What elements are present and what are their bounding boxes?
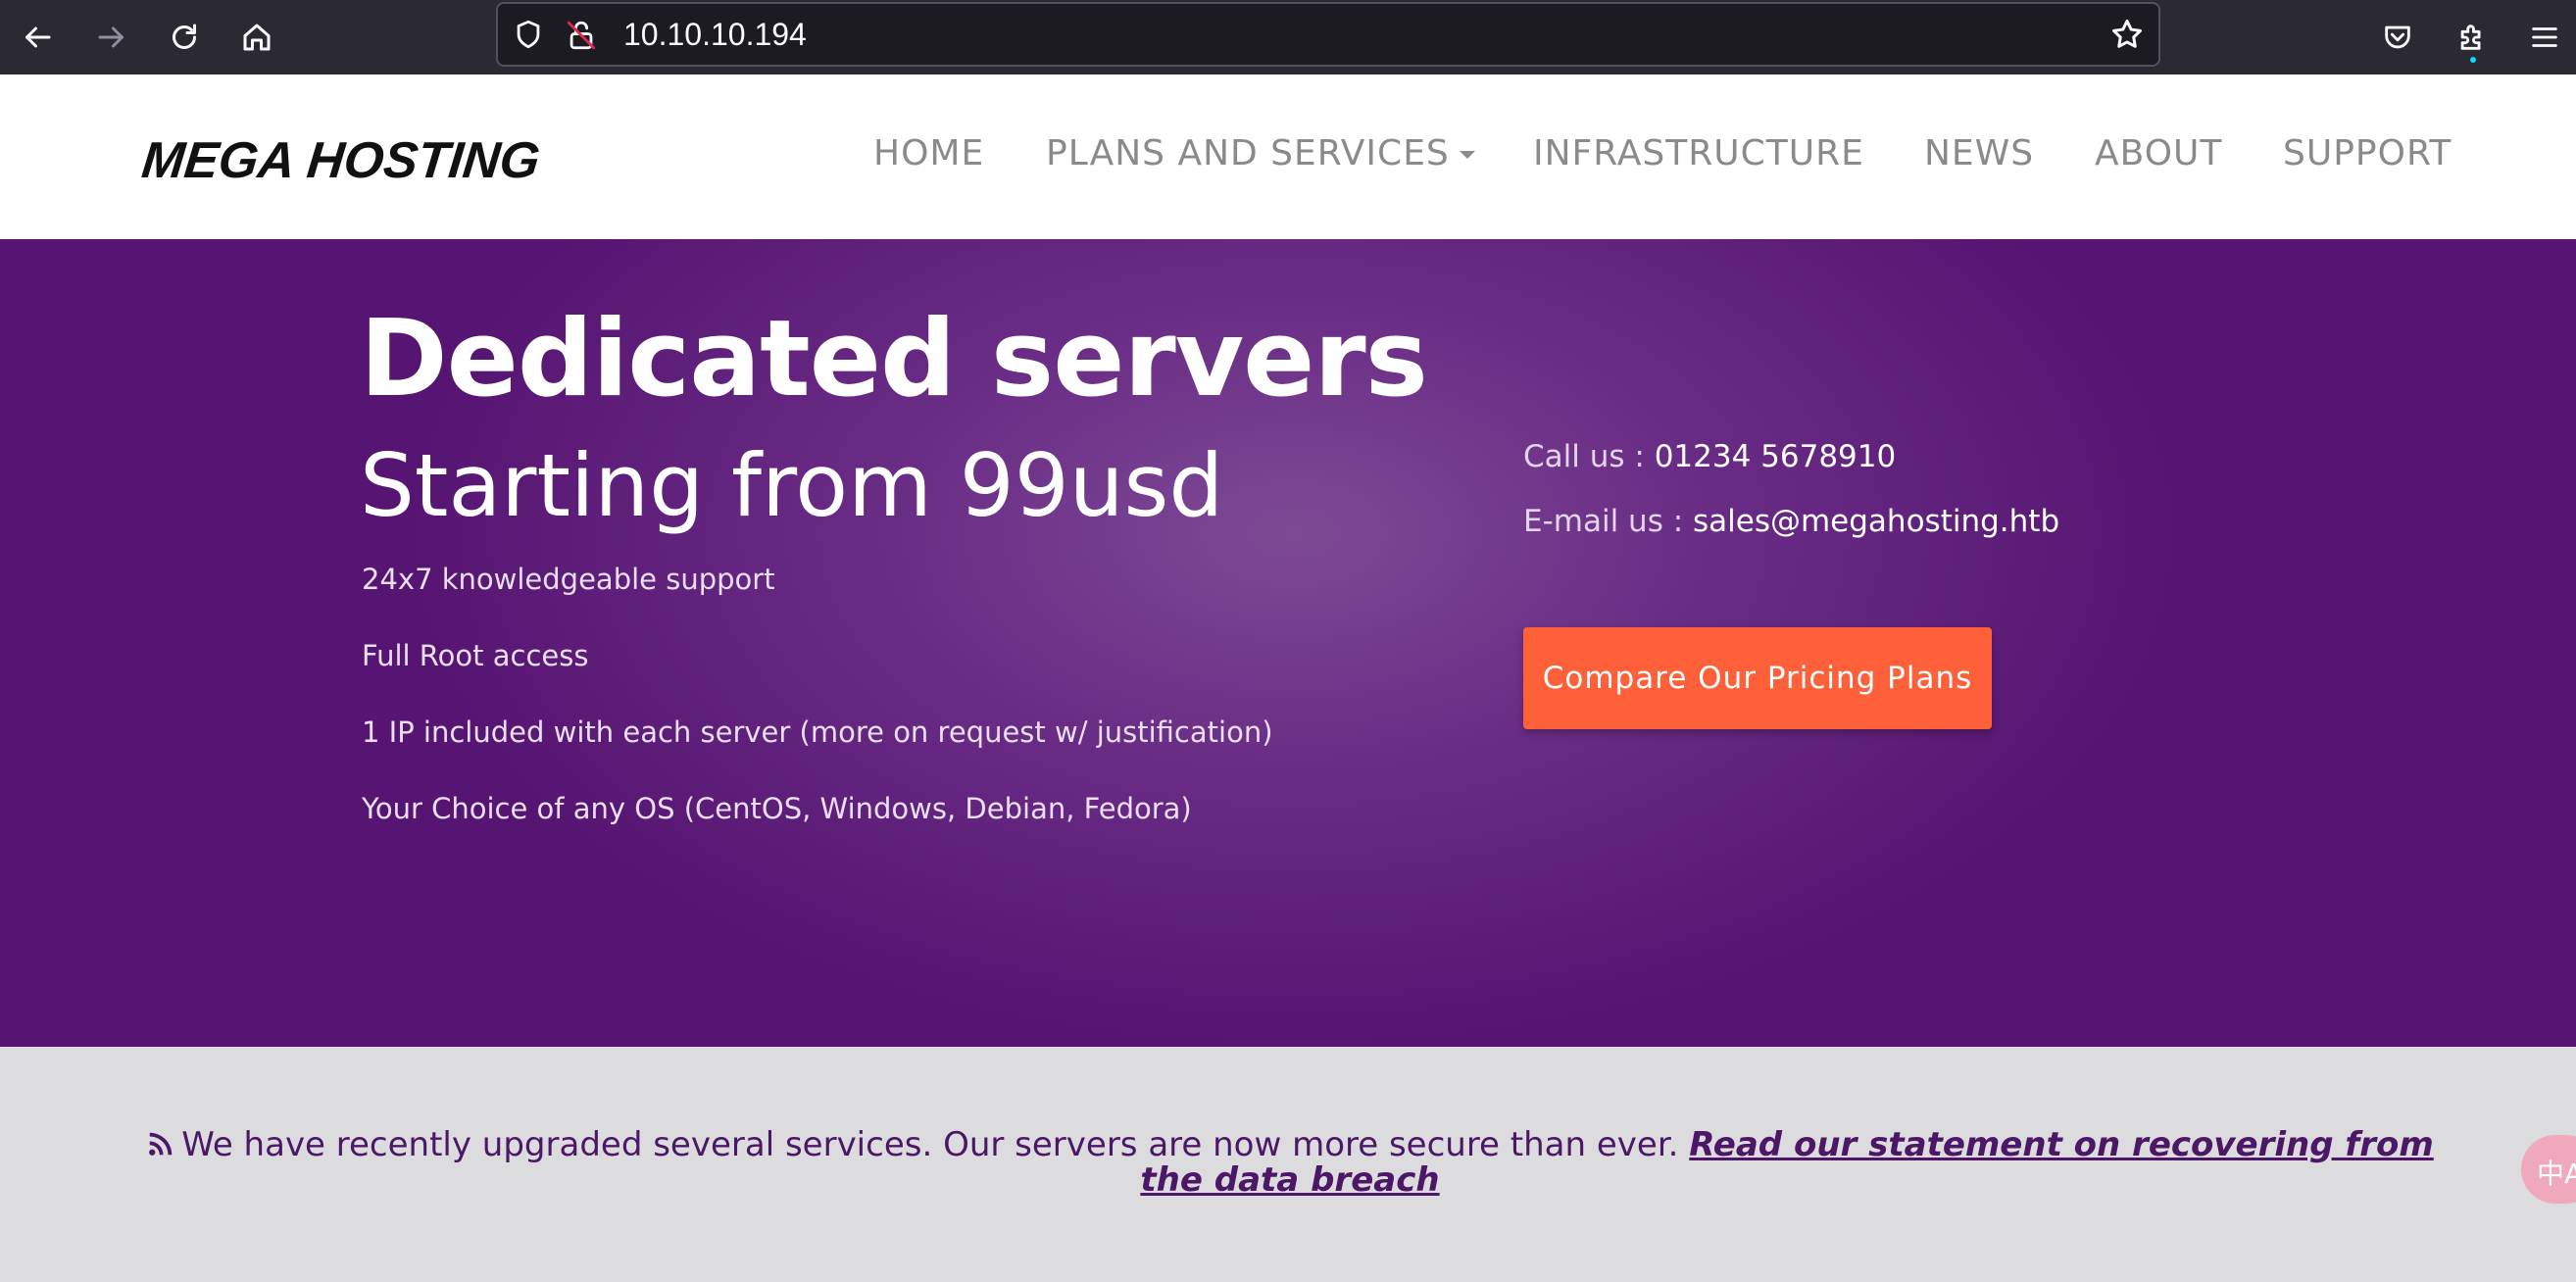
back-arrow-icon xyxy=(25,26,51,48)
contact-phone: Call us : 01234 5678910 xyxy=(1523,439,1896,474)
contact-phone-value: 01234 5678910 xyxy=(1654,439,1897,474)
insecure-lock-icon[interactable] xyxy=(565,18,598,53)
feature-item: 1 IP included with each server (more on … xyxy=(362,715,1273,749)
feature-item: Your Choice of any OS (CentOS, Windows, … xyxy=(362,792,1192,825)
site-logo[interactable]: MEGA HOSTING xyxy=(139,131,543,190)
tracking-shield-icon[interactable] xyxy=(512,18,545,51)
nav-support[interactable]: SUPPORT xyxy=(2283,133,2452,182)
puzzle-icon xyxy=(2460,25,2481,50)
browser-toolbar: 10.10.10.194 xyxy=(0,0,2576,74)
pocket-button[interactable] xyxy=(2368,8,2427,67)
nav-infrastructure[interactable]: INFRASTRUCTURE xyxy=(1533,133,1864,182)
back-button[interactable] xyxy=(8,8,67,67)
feature-item: 24x7 knowledgeable support xyxy=(362,563,775,596)
extension-badge-dot xyxy=(2470,57,2476,63)
contact-phone-label: Call us : xyxy=(1523,439,1655,474)
home-button[interactable] xyxy=(227,8,286,67)
pocket-icon xyxy=(2385,25,2410,49)
reload-button[interactable] xyxy=(155,8,214,67)
hamburger-menu-icon xyxy=(2532,27,2557,47)
nav-about[interactable]: ABOUT xyxy=(2095,133,2222,182)
translate-button[interactable]: 中A xyxy=(2521,1135,2576,1204)
contact-email-label: E-mail us : xyxy=(1523,504,1693,539)
nav-plans-and-services[interactable]: PLANS AND SERVICES xyxy=(1046,133,1475,182)
site-header: MEGA HOSTING HOME PLANS AND SERVICES INF… xyxy=(0,74,2576,239)
hero-title: Dedicated servers xyxy=(360,298,1428,420)
extensions-button[interactable] xyxy=(2443,8,2502,67)
forward-button[interactable] xyxy=(82,8,141,67)
address-bar[interactable]: 10.10.10.194 xyxy=(496,2,2160,67)
translate-icon: 中A xyxy=(2537,1158,2576,1190)
compare-pricing-button[interactable]: Compare Our Pricing Plans xyxy=(1523,627,1992,729)
menu-button[interactable] xyxy=(2515,8,2574,67)
url-text[interactable]: 10.10.10.194 xyxy=(623,4,807,65)
notice-message: We have recently upgraded several servic… xyxy=(143,1127,2437,1198)
contact-email: E-mail us : sales@megahosting.htb xyxy=(1523,504,2059,539)
hero-subtitle: Starting from 99usd xyxy=(360,435,1224,536)
rss-icon xyxy=(149,1132,173,1156)
caret-down-icon xyxy=(1459,151,1475,159)
nav-home[interactable]: HOME xyxy=(873,133,984,182)
nav-news[interactable]: NEWS xyxy=(1924,133,2034,182)
notice-strip: We have recently upgraded several servic… xyxy=(0,1047,2576,1282)
home-icon xyxy=(243,24,271,51)
nav-plans-label: PLANS AND SERVICES xyxy=(1046,133,1450,173)
notice-text: We have recently upgraded several servic… xyxy=(181,1125,1690,1164)
star-icon[interactable] xyxy=(2109,17,2145,52)
contact-email-value[interactable]: sales@megahosting.htb xyxy=(1693,504,2059,539)
reload-icon xyxy=(173,24,196,49)
hero-section: Dedicated servers Starting from 99usd 24… xyxy=(0,239,2576,1047)
feature-item: Full Root access xyxy=(362,639,589,672)
forward-arrow-icon xyxy=(98,26,124,48)
